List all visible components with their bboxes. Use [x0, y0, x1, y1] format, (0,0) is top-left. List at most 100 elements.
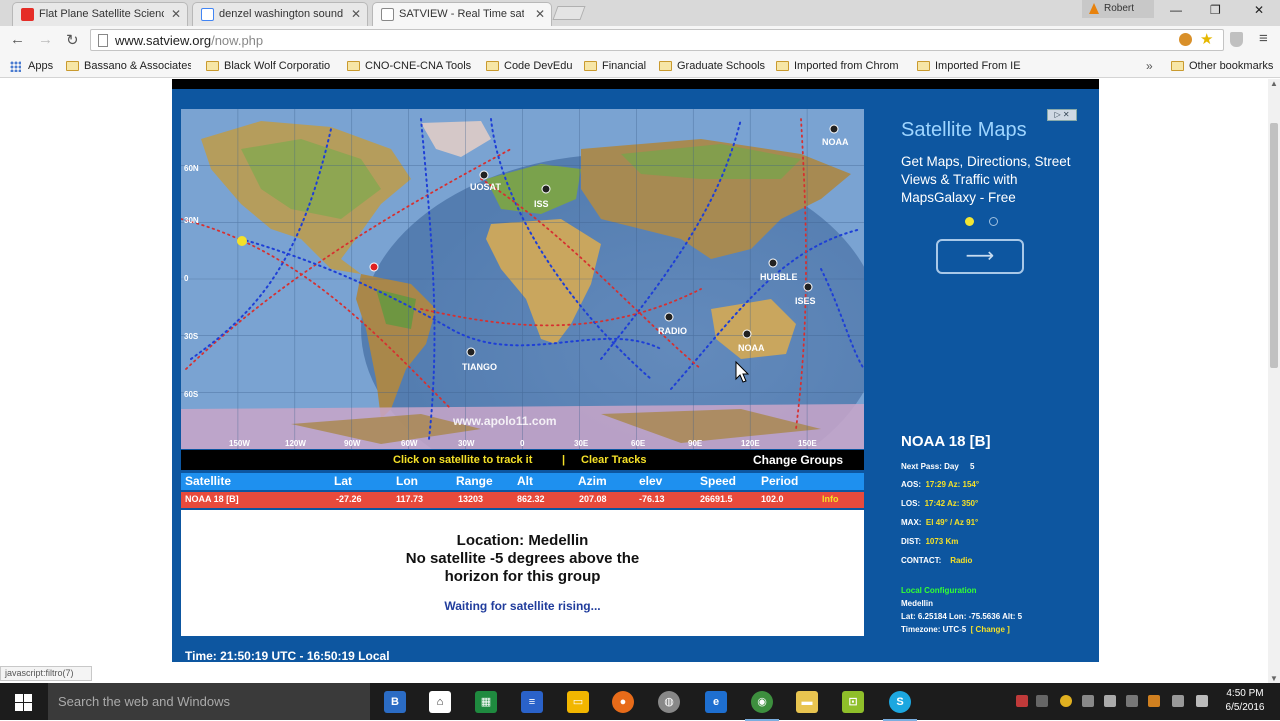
- close-tab-icon[interactable]: ✕: [171, 7, 181, 21]
- satellite-info-panel: NOAA 18 [B] Next Pass: Day 5 AOS: 17:29 …: [901, 433, 1101, 634]
- extension-icon[interactable]: [1179, 33, 1192, 46]
- scroll-up-icon[interactable]: ▲: [1270, 79, 1278, 88]
- chrome-icon[interactable]: ◉: [745, 691, 779, 721]
- bookmark-label: CNO-CNE-CNA Tools: [365, 60, 472, 72]
- satellite-table-header: Satellite Lat Lon Range Alt Azim elev Sp…: [181, 473, 864, 490]
- windows-start-icon[interactable]: [15, 694, 32, 711]
- bookmark-apps[interactable]: Apps: [10, 60, 53, 72]
- col-azim: Azim: [578, 474, 607, 488]
- bookmark-folder[interactable]: Imported from Chrom: [776, 60, 899, 72]
- edge-icon[interactable]: e: [705, 691, 727, 713]
- reload-icon[interactable]: ↻: [66, 31, 79, 49]
- bookmark-folder[interactable]: Graduate Schools: [659, 60, 765, 72]
- tray-icon-yellow[interactable]: [1060, 695, 1072, 707]
- back-icon[interactable]: ←: [10, 31, 25, 48]
- value: 1073 Km: [925, 537, 959, 546]
- tray-icon-red[interactable]: [1016, 695, 1028, 707]
- other-bookmarks[interactable]: Other bookmarks: [1171, 60, 1273, 72]
- cell-azim: 207.08: [579, 494, 607, 504]
- clear-tracks-link[interactable]: Clear Tracks: [581, 454, 646, 466]
- tab-satview[interactable]: SATVIEW - Real Time sat ✕: [372, 2, 552, 26]
- clock[interactable]: 4:50 PM 6/5/2016: [1220, 687, 1270, 715]
- ad-description: Get Maps, Directions, Street Views & Tra…: [901, 154, 1071, 205]
- address-bar[interactable]: www.satview.org/now.php: [90, 29, 1224, 51]
- satellite-label: ISS: [534, 199, 549, 209]
- firefox-icon[interactable]: ●: [612, 691, 634, 713]
- scroll-thumb[interactable]: [1270, 123, 1278, 368]
- bookmark-folder[interactable]: Imported From IE: [917, 60, 1021, 72]
- info-link[interactable]: Info: [822, 494, 839, 504]
- taskbar: Search the web and Windows B ⌂ ▦ ≡ ▭ ● ◍…: [0, 683, 1280, 721]
- page-content: 60N 30N 0 30S 60S 150W 120W 90W 60W 30W …: [0, 79, 1268, 662]
- volume-icon[interactable]: [1104, 695, 1116, 707]
- cell-satellite: NOAA 18 [B]: [185, 494, 239, 504]
- change-timezone-link[interactable]: [ Change ]: [971, 625, 1010, 634]
- label: CONTACT:: [901, 556, 942, 565]
- lock-app-icon[interactable]: ⊡: [842, 691, 864, 713]
- battery-icon[interactable]: [1172, 695, 1184, 707]
- globe-icon[interactable]: ◍: [658, 691, 680, 713]
- tray-icon[interactable]: [1126, 695, 1138, 707]
- app-icon-b[interactable]: B: [384, 691, 406, 713]
- label: Local Configuration: [901, 586, 977, 595]
- dist: DIST: 1073 Km: [901, 537, 958, 546]
- table-row[interactable]: NOAA 18 [B] -27.26 117.73 13203 862.32 2…: [181, 492, 864, 508]
- clock-time: 4:50 PM: [1226, 688, 1264, 699]
- world-map[interactable]: 60N 30N 0 30S 60S 150W 120W 90W 60W 30W …: [181, 109, 864, 449]
- tray-icon-orange[interactable]: [1148, 695, 1160, 707]
- network-icon[interactable]: [1082, 695, 1094, 707]
- minimize-icon[interactable]: —: [1170, 3, 1182, 17]
- excel-icon[interactable]: ▦: [475, 691, 497, 713]
- cell-speed: 26691.5: [700, 494, 733, 504]
- skype-icon[interactable]: S: [883, 691, 917, 721]
- folder-icon: [917, 61, 930, 71]
- vertical-scrollbar[interactable]: ▲ ▼: [1268, 79, 1280, 683]
- file-explorer-icon[interactable]: ▬: [796, 691, 818, 713]
- close-window-icon[interactable]: ✕: [1254, 3, 1264, 17]
- forward-icon[interactable]: →: [38, 31, 53, 48]
- tray-icon[interactable]: [1036, 695, 1048, 707]
- ad-panel[interactable]: ▷ ✕ Satellite Maps Get Maps, Directions,…: [887, 105, 1087, 285]
- bookmark-folder[interactable]: Financial: [584, 60, 646, 72]
- ad-choices-icon[interactable]: ▷ ✕: [1047, 109, 1077, 121]
- profile-button[interactable]: Robert: [1082, 0, 1154, 18]
- ad-title[interactable]: Satellite Maps: [901, 119, 1027, 142]
- top-strip: [172, 79, 1099, 89]
- menu-icon[interactable]: ≡: [1259, 30, 1268, 47]
- bookmark-star-icon[interactable]: ★: [1200, 30, 1213, 48]
- slides-icon[interactable]: ▭: [567, 691, 589, 713]
- carousel-dot-active[interactable]: [965, 217, 974, 226]
- lon-label: 30E: [574, 439, 589, 448]
- sun-marker: [237, 236, 247, 246]
- taskbar-search[interactable]: Search the web and Windows: [48, 683, 370, 720]
- value[interactable]: Radio: [950, 556, 972, 565]
- more-bookmarks-icon[interactable]: »: [1146, 59, 1153, 73]
- location-message: Location: Medellin No satellite -5 degre…: [181, 532, 864, 586]
- docs-icon[interactable]: ≡: [521, 691, 543, 713]
- close-tab-icon[interactable]: ✕: [535, 7, 545, 21]
- change-groups-button[interactable]: Change Groups: [753, 453, 843, 467]
- satview-site: 60N 30N 0 30S 60S 150W 120W 90W 60W 30W …: [172, 79, 1099, 662]
- aos: AOS: 17:29 Az: 154°: [901, 480, 979, 489]
- ad-arrow-button[interactable]: ⟶: [936, 239, 1024, 274]
- shield-extension-icon[interactable]: [1230, 32, 1243, 47]
- waiting-message: Waiting for satellite rising...: [444, 599, 601, 613]
- label: MAX:: [901, 518, 922, 527]
- keyboard-icon[interactable]: [1196, 695, 1208, 707]
- bookmark-folder[interactable]: Code DevEdu: [486, 60, 573, 72]
- tab-title: denzel washington sound: [219, 8, 344, 20]
- carousel-dot[interactable]: [989, 217, 998, 226]
- folder-icon: [66, 61, 79, 71]
- store-icon[interactable]: ⌂: [429, 691, 451, 713]
- bookmark-folder[interactable]: Black Wolf Corporatio: [206, 60, 330, 72]
- new-tab-button[interactable]: [552, 6, 586, 20]
- close-tab-icon[interactable]: ✕: [351, 7, 361, 21]
- tab-google[interactable]: denzel washington sound ✕: [192, 2, 368, 26]
- bookmark-folder[interactable]: CNO-CNE-CNA Tools: [347, 60, 471, 72]
- lat-label: 60N: [184, 164, 199, 173]
- tab-youtube[interactable]: Flat Plane Satellite Scienc ✕: [12, 2, 188, 26]
- scroll-down-icon[interactable]: ▼: [1270, 674, 1278, 683]
- bookmark-folder[interactable]: Bassano & Associates: [66, 60, 191, 72]
- maximize-icon[interactable]: ❐: [1210, 3, 1221, 17]
- bookmark-label: Graduate Schools: [677, 60, 766, 72]
